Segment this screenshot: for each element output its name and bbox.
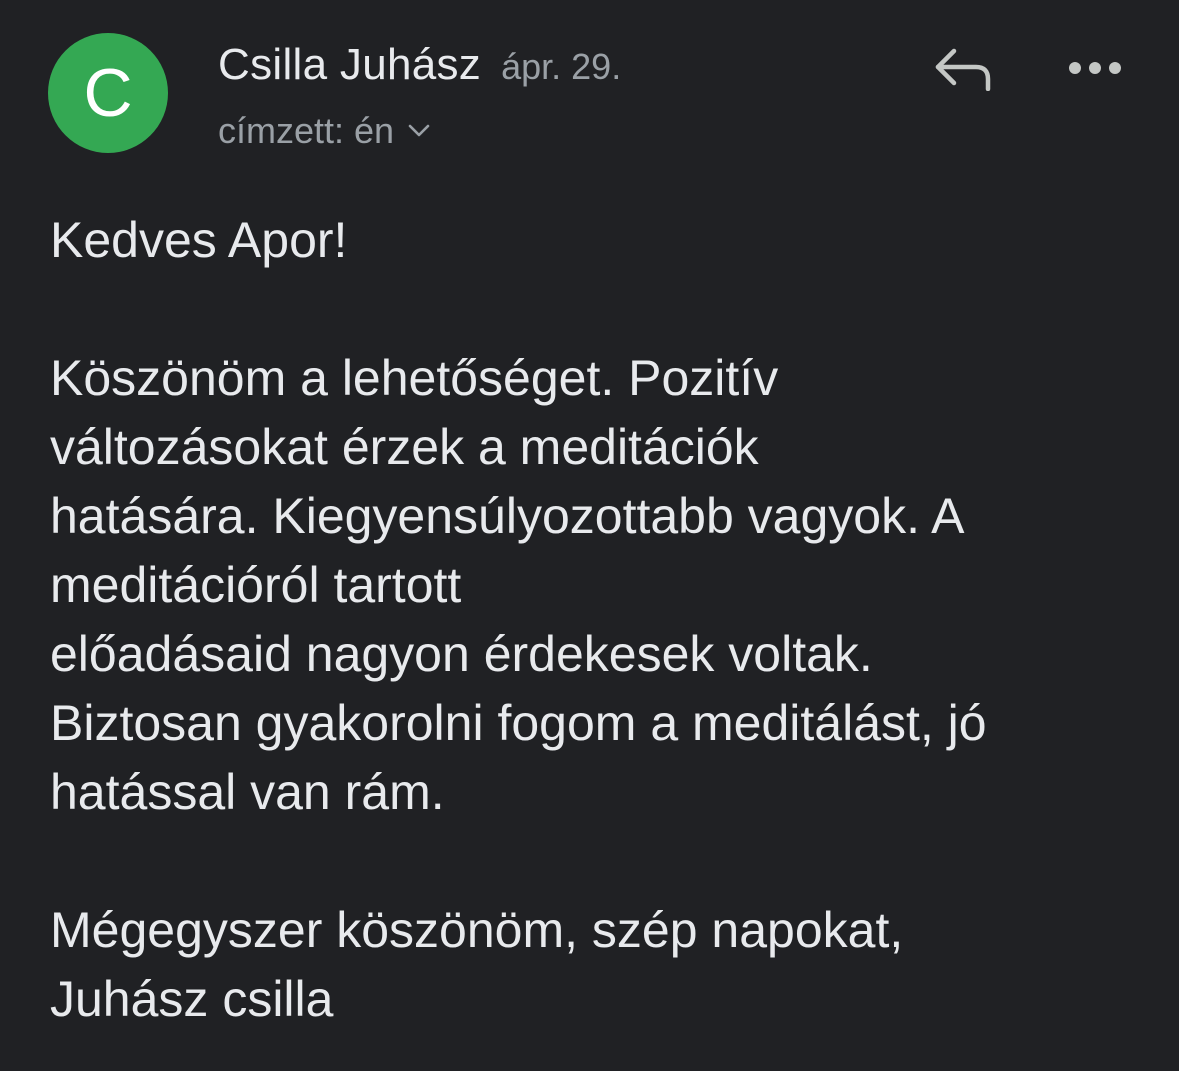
recipient-details-toggle[interactable]: címzett: én bbox=[218, 110, 430, 152]
recipient-label: címzett: én bbox=[218, 110, 395, 151]
body-line: Köszönöm a lehetőséget. Pozitív bbox=[50, 350, 779, 406]
chevron-down-icon bbox=[408, 124, 430, 138]
body-line: változásokat érzek a meditációk bbox=[50, 419, 759, 475]
reply-button[interactable] bbox=[928, 42, 996, 94]
message-body: Kedves Apor! Köszönöm a lehetőséget. Poz… bbox=[50, 206, 1150, 1034]
body-line: hatással van rám. bbox=[50, 764, 445, 820]
sent-date: ápr. 29. bbox=[501, 46, 622, 87]
sender-avatar[interactable]: C bbox=[48, 33, 168, 153]
more-options-button[interactable] bbox=[1062, 48, 1128, 88]
greeting: Kedves Apor! bbox=[50, 212, 348, 268]
closing-paragraph: Mégegyszer köszönöm, szép napokat, Juhás… bbox=[50, 896, 1150, 1034]
body-line: előadásaid nagyon érdekesek voltak. bbox=[50, 626, 873, 682]
sender-header: Csilla Juhász ápr. 29. bbox=[218, 40, 621, 90]
sender-name[interactable]: Csilla Juhász bbox=[218, 40, 481, 89]
main-paragraph: Köszönöm a lehetőséget. Pozitív változás… bbox=[50, 344, 1150, 827]
body-line: Biztosan gyakorolni fogom a meditálást, … bbox=[50, 695, 987, 751]
avatar-letter: C bbox=[83, 55, 133, 131]
signature: Juhász csilla bbox=[50, 971, 334, 1027]
more-horizontal-icon bbox=[1069, 62, 1121, 74]
closing-line: Mégegyszer köszönöm, szép napokat, bbox=[50, 902, 904, 958]
body-line: meditációról tartott bbox=[50, 557, 462, 613]
body-line: hatására. Kiegyensúlyozottabb vagyok. A bbox=[50, 488, 965, 544]
reply-icon bbox=[935, 48, 991, 91]
